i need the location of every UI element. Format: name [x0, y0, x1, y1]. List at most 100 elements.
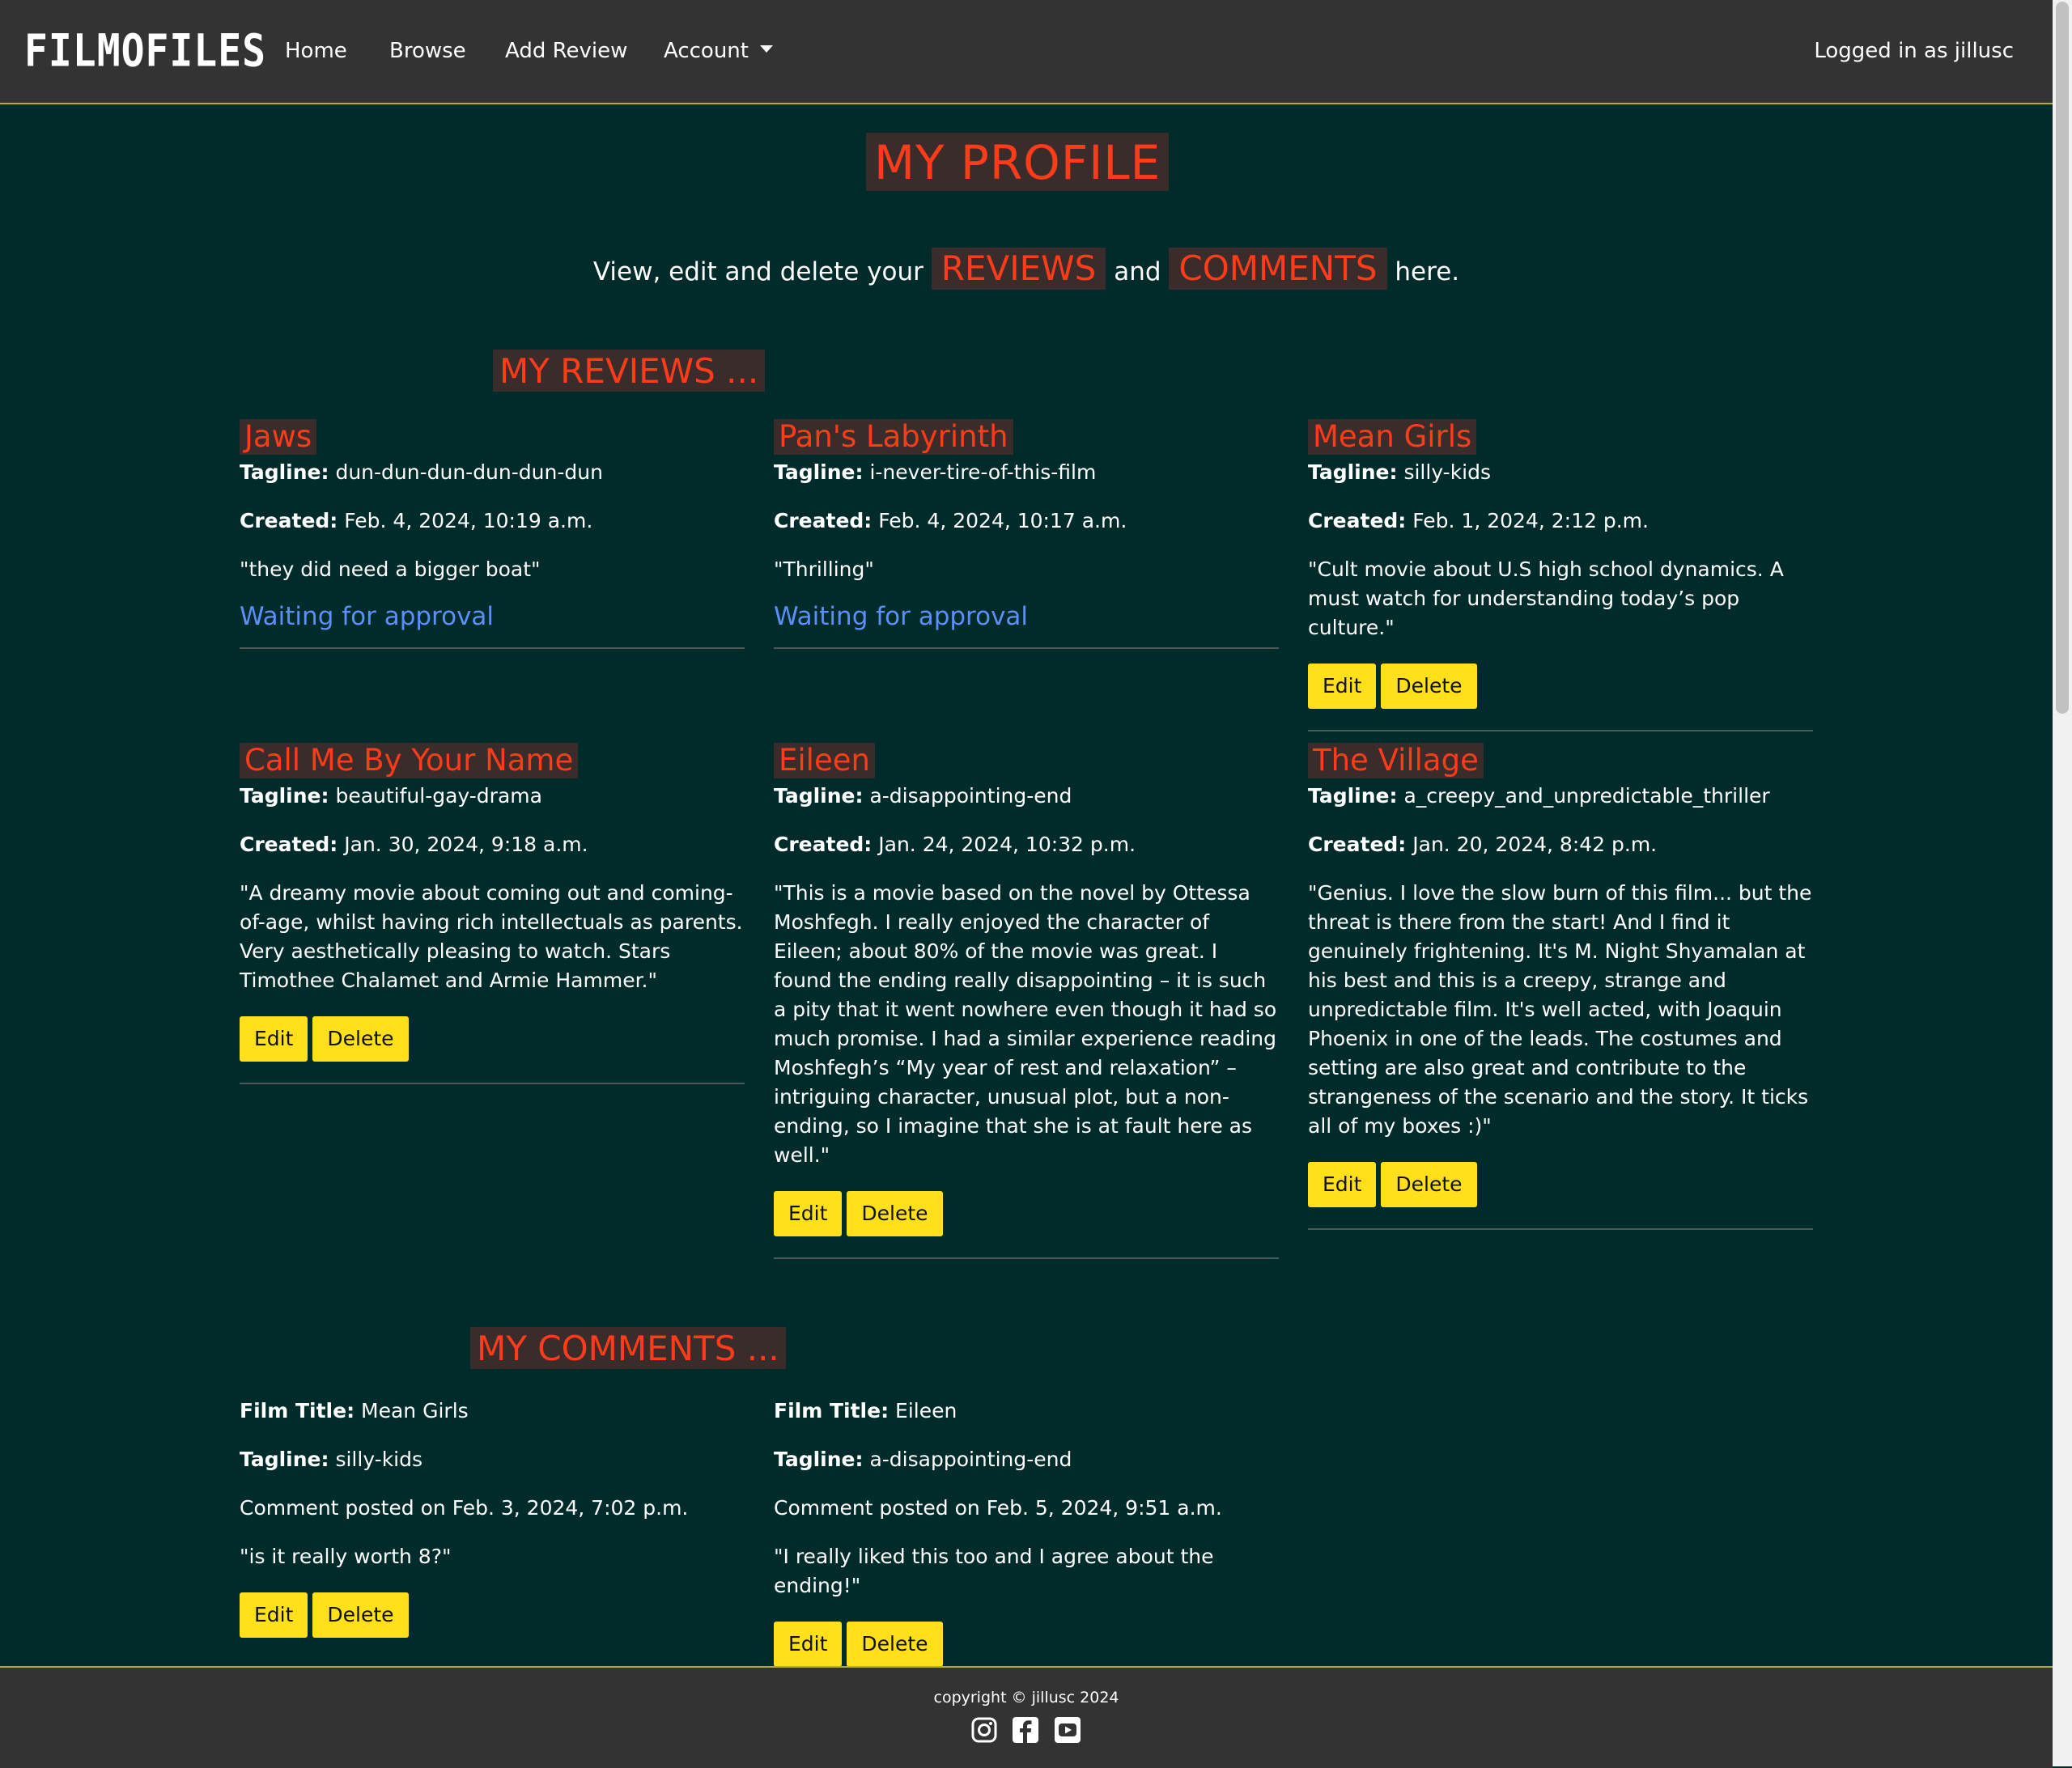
- review-film-title: Call Me By Your Name: [240, 743, 579, 778]
- review-text: "they did need a bigger boat": [240, 558, 541, 581]
- review-film-title: Pan's Labyrinth: [774, 419, 1013, 455]
- card-divider: [240, 1083, 745, 1084]
- card-divider: [1308, 1228, 1813, 1230]
- created-label: Created:: [774, 509, 873, 532]
- edit-review-button[interactable]: Edit: [774, 1191, 843, 1236]
- delete-comment-button[interactable]: Delete: [847, 1622, 943, 1667]
- review-film-title: Jaws: [240, 419, 317, 455]
- tagline-label: Tagline:: [1308, 784, 1398, 808]
- review-tagline: dun-dun-dun-dun-dun-dun: [335, 460, 603, 484]
- film-title-label: Film Title:: [240, 1399, 355, 1422]
- comments-heading: MY COMMENTS ...: [470, 1327, 786, 1369]
- facebook-icon[interactable]: [1012, 1716, 1039, 1744]
- review-created-date: Feb. 4, 2024, 10:19 a.m.: [344, 509, 593, 532]
- reviews-heading: MY REVIEWS ...: [493, 350, 766, 392]
- created-label: Created:: [240, 833, 338, 856]
- card-divider: [774, 647, 1279, 649]
- review-card: The Village Tagline: a_creepy_and_unpred…: [1308, 743, 1813, 1230]
- tagline-label: Tagline:: [240, 784, 329, 808]
- edit-review-button[interactable]: Edit: [1308, 664, 1377, 709]
- subtitle-comments-highlight: COMMENTS: [1169, 248, 1387, 290]
- edit-review-button[interactable]: Edit: [1308, 1162, 1377, 1207]
- approval-status: Waiting for approval: [240, 602, 495, 631]
- review-tagline: a-disappointing-end: [869, 784, 1072, 808]
- delete-review-button[interactable]: Delete: [1381, 1162, 1477, 1207]
- review-tagline: a_creepy_and_unpredictable_thriller: [1403, 784, 1770, 808]
- logged-in-status: Logged in as jillusc: [1814, 39, 2014, 63]
- scroll-thumb[interactable]: [2056, 2, 2069, 714]
- comment-film-title: Mean Girls: [361, 1399, 469, 1422]
- brand-logo[interactable]: FILMOFILES: [24, 23, 266, 79]
- tagline-label: Tagline:: [774, 1448, 864, 1471]
- review-text: "A dreamy movie about coming out and com…: [240, 881, 743, 992]
- nav-account-label: Account: [664, 39, 749, 63]
- review-film-title: The Village: [1308, 743, 1484, 778]
- created-label: Created:: [774, 833, 873, 856]
- comment-card: Film Title: Eileen Tagline: a-disappoint…: [774, 1397, 1279, 1667]
- review-created-date: Feb. 4, 2024, 10:17 a.m.: [878, 509, 1127, 532]
- review-text: "Thrilling": [774, 558, 874, 581]
- review-card: Call Me By Your Name Tagline: beautiful-…: [240, 743, 745, 1084]
- edit-comment-button[interactable]: Edit: [774, 1622, 843, 1667]
- delete-review-button[interactable]: Delete: [312, 1016, 409, 1062]
- review-card: Eileen Tagline: a-disappointing-end Crea…: [774, 743, 1279, 1259]
- subtitle-text-pre: View, edit and delete your: [592, 257, 923, 286]
- tagline-label: Tagline:: [1308, 460, 1398, 484]
- created-label: Created:: [1308, 833, 1407, 856]
- review-card: Jaws Tagline: dun-dun-dun-dun-dun-dun Cr…: [240, 419, 745, 649]
- delete-review-button[interactable]: Delete: [1381, 664, 1477, 709]
- chevron-down-icon: [759, 45, 773, 53]
- review-text: "Genius. I love the slow burn of this fi…: [1308, 881, 1812, 1138]
- instagram-icon[interactable]: [970, 1716, 998, 1744]
- nav-home[interactable]: Home: [285, 32, 347, 70]
- nav-add-review[interactable]: Add Review: [505, 32, 627, 70]
- review-text: "This is a movie based on the novel by O…: [774, 881, 1277, 1167]
- review-card: Mean Girls Tagline: silly-kids Created: …: [1308, 419, 1813, 731]
- copyright-text: copyright © jillusc 2024: [933, 1689, 1119, 1707]
- subtitle-text-and: and: [1114, 257, 1161, 286]
- footer: copyright © jillusc 2024: [0, 1666, 2053, 1768]
- review-film-title: Mean Girls: [1308, 419, 1477, 455]
- review-created-date: Jan. 20, 2024, 8:42 p.m.: [1412, 833, 1658, 856]
- comment-card: Film Title: Mean Girls Tagline: silly-ki…: [240, 1397, 745, 1638]
- page-subtitle: View, edit and delete your REVIEWS and C…: [0, 248, 2053, 293]
- review-text: "Cult movie about U.S high school dynami…: [1308, 558, 1784, 639]
- edit-comment-button[interactable]: Edit: [240, 1592, 308, 1638]
- review-tagline: beautiful-gay-drama: [335, 784, 542, 808]
- tagline-label: Tagline:: [774, 460, 864, 484]
- review-film-title: Eileen: [774, 743, 875, 778]
- navbar: FILMOFILES Home Browse Add Review Accoun…: [0, 0, 2053, 104]
- edit-review-button[interactable]: Edit: [240, 1016, 308, 1062]
- review-tagline: i-never-tire-of-this-film: [869, 460, 1097, 484]
- subtitle-reviews-highlight: REVIEWS: [931, 248, 1106, 290]
- created-label: Created:: [240, 509, 338, 532]
- card-divider: [240, 647, 745, 649]
- review-tagline: silly-kids: [1403, 460, 1492, 484]
- comment-posted-date: Comment posted on Feb. 3, 2024, 7:02 p.m…: [240, 1496, 689, 1520]
- subtitle-text-post: here.: [1395, 257, 1460, 286]
- youtube-icon[interactable]: [1054, 1716, 1081, 1744]
- comment-text: "I really liked this too and I agree abo…: [774, 1545, 1214, 1597]
- approval-status: Waiting for approval: [774, 602, 1029, 631]
- delete-review-button[interactable]: Delete: [847, 1191, 943, 1236]
- comment-text: "is it really worth 8?": [240, 1545, 452, 1568]
- card-divider: [1308, 730, 1813, 731]
- delete-comment-button[interactable]: Delete: [312, 1592, 409, 1638]
- comment-tagline: a-disappointing-end: [869, 1448, 1072, 1471]
- created-label: Created:: [1308, 509, 1407, 532]
- comment-posted-date: Comment posted on Feb. 5, 2024, 9:51 a.m…: [774, 1496, 1222, 1520]
- tagline-label: Tagline:: [774, 784, 864, 808]
- tagline-label: Tagline:: [240, 1448, 329, 1471]
- comment-tagline: silly-kids: [335, 1448, 423, 1471]
- card-divider: [774, 1257, 1279, 1259]
- review-created-date: Jan. 30, 2024, 9:18 a.m.: [344, 833, 588, 856]
- page-scrollbar[interactable]: [2053, 0, 2072, 1766]
- film-title-label: Film Title:: [774, 1399, 890, 1422]
- review-card: Pan's Labyrinth Tagline: i-never-tire-of…: [774, 419, 1279, 649]
- nav-account-dropdown[interactable]: Account: [664, 32, 773, 70]
- review-created-date: Jan. 24, 2024, 10:32 p.m.: [878, 833, 1136, 856]
- page-title: MY PROFILE: [866, 133, 1170, 191]
- nav-browse[interactable]: Browse: [389, 32, 466, 70]
- tagline-label: Tagline:: [240, 460, 329, 484]
- review-created-date: Feb. 1, 2024, 2:12 p.m.: [1412, 509, 1649, 532]
